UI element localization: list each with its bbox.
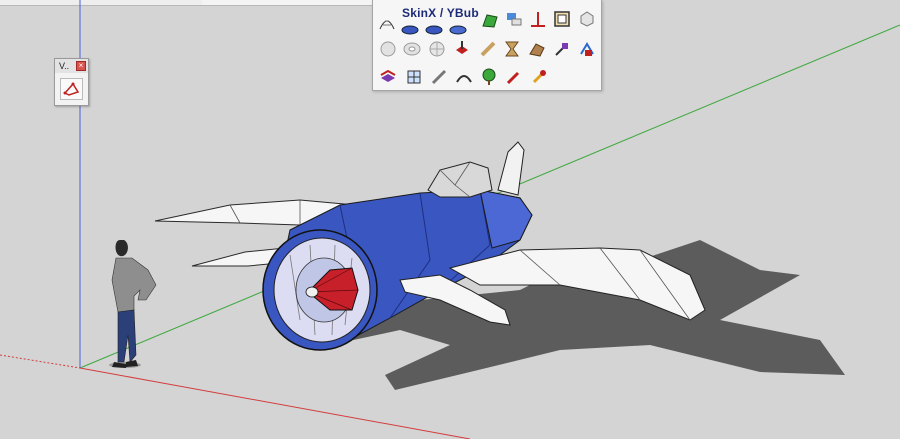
hourglass-icon[interactable] [503,40,521,58]
surface-icon[interactable] [481,12,499,30]
polygon-select-button[interactable] [60,78,83,100]
polygon-select-icon [63,82,80,96]
select-toolbar-window: V.. × [54,58,89,106]
vertex-icon[interactable] [578,40,596,58]
knife-icon[interactable] [430,68,448,86]
close-icon[interactable]: × [76,61,86,71]
fold-icon[interactable] [528,40,546,58]
plugin-toolbar: SkinX / YBub [372,0,602,91]
frame-icon[interactable] [553,10,571,28]
skin-mesh-icon[interactable] [378,13,396,31]
scale-figure [109,240,157,368]
tree-icon[interactable] [480,68,498,86]
arc-icon[interactable] [455,68,473,86]
axis-icon[interactable] [529,10,547,28]
cube-icon[interactable] [578,10,596,28]
tail-fin [497,141,525,196]
globe-icon[interactable] [428,40,446,58]
skinx-icon[interactable] [401,22,419,40]
sphere-icon[interactable] [379,40,397,58]
plugin-toolbar-title: SkinX / YBub [402,6,479,20]
bend-icon[interactable] [479,40,497,58]
ybub-icon[interactable] [425,22,443,40]
flip-icon[interactable] [505,10,523,28]
pin-icon[interactable] [553,40,571,58]
shell-icon[interactable] [449,22,467,40]
dropper-icon[interactable] [530,68,548,86]
layer-icon[interactable] [379,68,397,86]
push-pull-icon[interactable] [453,40,471,58]
canopy [427,161,493,198]
grid-icon[interactable] [405,68,423,86]
torus-icon[interactable] [403,40,421,58]
red-axis-dotted [0,354,81,369]
pencil-icon[interactable] [505,68,523,86]
